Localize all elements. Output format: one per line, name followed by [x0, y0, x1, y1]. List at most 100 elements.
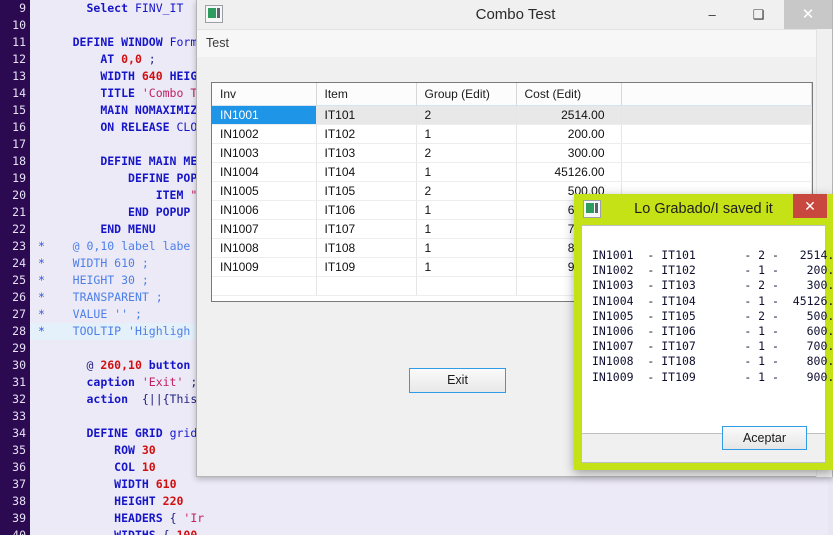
- grid-cell[interactable]: 2: [416, 106, 516, 125]
- grid-cell[interactable]: IT102: [316, 125, 416, 144]
- editor-line[interactable]: 37 WIDTH 610: [0, 476, 833, 493]
- grid-cell[interactable]: 2: [416, 182, 516, 201]
- editor-line-source: * WIDTH 610 ;: [30, 255, 149, 272]
- editor-line-source: [30, 340, 45, 357]
- minimize-button[interactable]: –: [691, 0, 733, 29]
- editor-line-source: ON RELEASE CLOS: [30, 119, 204, 136]
- menu-bar[interactable]: Test: [197, 30, 832, 58]
- grid-cell[interactable]: IN1004: [212, 163, 316, 182]
- editor-line[interactable]: 39 HEADERS { 'Ir: [0, 510, 833, 527]
- grid-cell[interactable]: IT109: [316, 258, 416, 277]
- grid-cell[interactable]: IN1005: [212, 182, 316, 201]
- editor-line-source: * TRANSPARENT ;: [30, 289, 163, 306]
- grid-cell[interactable]: [316, 277, 416, 296]
- editor-line-number: 16: [0, 119, 30, 136]
- grid-cell[interactable]: [621, 163, 812, 182]
- grid-cell[interactable]: IN1006: [212, 201, 316, 220]
- dialog-close-button[interactable]: ✕: [793, 194, 827, 218]
- grid-header-cell[interactable]: Cost (Edit): [516, 83, 621, 106]
- editor-line-source: WIDTH 610: [30, 476, 177, 493]
- editor-line-number: 28: [0, 323, 30, 340]
- grid-cell[interactable]: [212, 277, 316, 296]
- editor-line[interactable]: 40 WIDTHS { 100: [0, 527, 833, 535]
- saved-dialog[interactable]: Lo Grabado/I saved it ✕ IN1001 - IT101 -…: [574, 194, 833, 470]
- editor-line-number: 31: [0, 374, 30, 391]
- grid-cell[interactable]: IN1001: [212, 106, 316, 125]
- editor-line-number: 18: [0, 153, 30, 170]
- grid-cell[interactable]: IT108: [316, 239, 416, 258]
- saved-record-line: IN1006 - IT106 - 1 - 600.00: [592, 324, 833, 339]
- editor-line-number: 33: [0, 408, 30, 425]
- grid-cell[interactable]: IN1003: [212, 144, 316, 163]
- grid-cell[interactable]: IN1008: [212, 239, 316, 258]
- grid-cell[interactable]: 2: [416, 144, 516, 163]
- dialog-titlebar[interactable]: Lo Grabado/I saved it ✕: [574, 194, 833, 225]
- editor-line-number: 24: [0, 255, 30, 272]
- saved-record-line: IN1005 - IT105 - 2 - 500.00: [592, 309, 833, 324]
- grid-cell[interactable]: 45126.00: [516, 163, 621, 182]
- editor-line-source: Select FINV_IT: [30, 0, 183, 17]
- editor-line-source: @ 260,10 button b: [30, 357, 204, 374]
- saved-record-line: IN1009 - IT109 - 1 - 900.00: [592, 370, 833, 385]
- grid-row[interactable]: IN1004IT104145126.00: [212, 163, 812, 182]
- grid-cell[interactable]: IN1009: [212, 258, 316, 277]
- grid-header-cell[interactable]: [621, 83, 812, 106]
- saved-record-line: IN1007 - IT107 - 1 - 700.00: [592, 339, 833, 354]
- maximize-button[interactable]: ❑: [738, 0, 780, 29]
- editor-line-number: 26: [0, 289, 30, 306]
- grid-cell[interactable]: [621, 144, 812, 163]
- editor-line-number: 22: [0, 221, 30, 238]
- editor-line-number: 15: [0, 102, 30, 119]
- grid-cell[interactable]: IT106: [316, 201, 416, 220]
- editor-line-source: WIDTHS { 100: [30, 527, 197, 535]
- editor-line-source: * @ 0,10 label labe: [30, 238, 190, 255]
- close-button[interactable]: ✕: [784, 0, 832, 29]
- editor-line-source: action {||{This: [30, 391, 197, 408]
- editor-line[interactable]: 38 HEIGHT 220: [0, 493, 833, 510]
- editor-line-number: 25: [0, 272, 30, 289]
- editor-line-source: [30, 408, 45, 425]
- editor-line-number: 35: [0, 442, 30, 459]
- editor-line-source: TITLE 'Combo Te: [30, 85, 204, 102]
- grid-cell[interactable]: [621, 125, 812, 144]
- grid-cell[interactable]: IT103: [316, 144, 416, 163]
- grid-cell[interactable]: IT104: [316, 163, 416, 182]
- grid-header-cell[interactable]: Item: [316, 83, 416, 106]
- grid-cell[interactable]: 1: [416, 163, 516, 182]
- menu-item-test[interactable]: Test: [197, 30, 238, 56]
- grid-cell[interactable]: IT105: [316, 182, 416, 201]
- grid-cell[interactable]: 200.00: [516, 125, 621, 144]
- grid-cell[interactable]: IT101: [316, 106, 416, 125]
- window-titlebar[interactable]: Combo Test – ❑ ✕: [197, 0, 832, 30]
- grid-cell[interactable]: 1: [416, 201, 516, 220]
- grid-cell[interactable]: 1: [416, 220, 516, 239]
- grid-cell[interactable]: 2514.00: [516, 106, 621, 125]
- editor-line-source: [30, 136, 45, 153]
- editor-line-source: [30, 17, 45, 34]
- saved-record-line: IN1001 - IT101 - 2 - 2514.00: [592, 248, 833, 263]
- grid-cell[interactable]: [416, 277, 516, 296]
- grid-cell[interactable]: 300.00: [516, 144, 621, 163]
- editor-line-source: DEFINE GRID grid_: [30, 425, 204, 442]
- saved-record-line: IN1003 - IT103 - 2 - 300.00: [592, 278, 833, 293]
- grid-cell[interactable]: IN1002: [212, 125, 316, 144]
- grid-row[interactable]: IN1003IT1032300.00: [212, 144, 812, 163]
- editor-line-number: 13: [0, 68, 30, 85]
- editor-line-number: 12: [0, 51, 30, 68]
- grid-cell[interactable]: IN1007: [212, 220, 316, 239]
- accept-button[interactable]: Aceptar: [722, 426, 807, 450]
- editor-line-number: 17: [0, 136, 30, 153]
- window-controls[interactable]: – ❑ ✕: [691, 0, 832, 29]
- grid-cell[interactable]: IT107: [316, 220, 416, 239]
- grid-cell[interactable]: 1: [416, 125, 516, 144]
- grid-header-cell[interactable]: Inv: [212, 83, 316, 106]
- grid-header-cell[interactable]: Group (Edit): [416, 83, 516, 106]
- editor-line-source: AT 0,0 ;: [30, 51, 156, 68]
- editor-line-source: COL 10: [30, 459, 156, 476]
- grid-cell[interactable]: 1: [416, 258, 516, 277]
- grid-row[interactable]: IN1002IT1021200.00: [212, 125, 812, 144]
- grid-cell[interactable]: [621, 106, 812, 125]
- grid-cell[interactable]: 1: [416, 239, 516, 258]
- exit-button[interactable]: Exit: [409, 368, 506, 393]
- grid-row[interactable]: IN1001IT10122514.00: [212, 106, 812, 125]
